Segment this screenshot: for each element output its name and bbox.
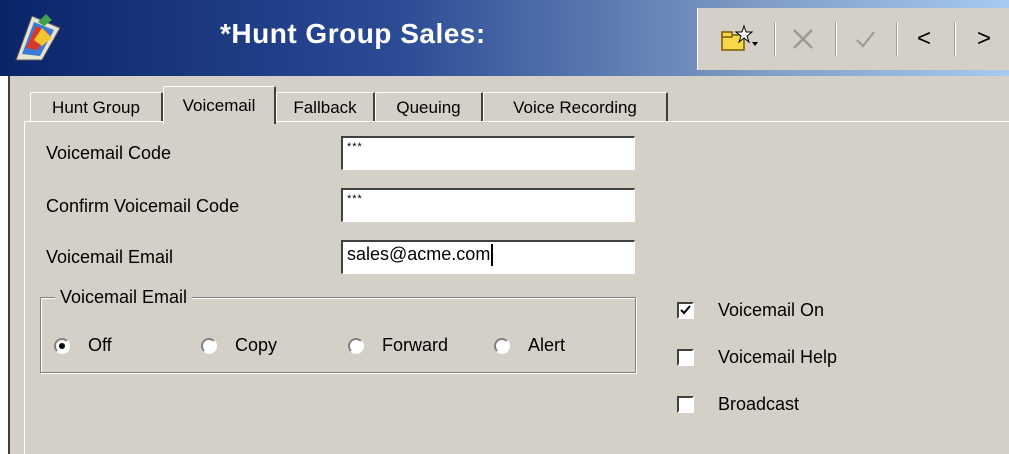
delete-icon (793, 29, 813, 49)
tab-voicemail[interactable]: Voicemail (163, 86, 276, 124)
voicemail-email-value: sales@acme.com (347, 244, 491, 264)
voicemail-help-checkbox[interactable] (677, 349, 694, 366)
radio-label: Alert (528, 335, 566, 355)
window-title: *Hunt Group Sales: (220, 18, 486, 49)
title-bar: *Hunt Group Sales: < > (0, 0, 1009, 76)
checkmark-icon (680, 305, 691, 315)
previous-button[interactable]: < (904, 20, 944, 58)
toolbar-separator (835, 22, 837, 56)
voicemail-on-checkbox[interactable] (677, 302, 694, 319)
radio-button[interactable] (348, 337, 364, 354)
confirm-voicemail-code-field[interactable]: *** (341, 188, 635, 222)
broadcast-checkbox[interactable] (677, 396, 694, 413)
toolbar-separator (774, 22, 776, 56)
ok-button[interactable] (844, 20, 886, 58)
radio-button[interactable] (54, 337, 70, 354)
broadcast-checkbox-row[interactable]: Broadcast (677, 394, 799, 415)
hunt-group-window: *Hunt Group Sales: < > Hunt Group Voicem… (0, 0, 1009, 454)
radio-off[interactable]: Off (54, 335, 112, 356)
voicemail-help-label: Voicemail Help (718, 347, 838, 367)
next-button[interactable]: > (964, 20, 1004, 58)
tab-fallback[interactable]: Fallback (276, 92, 375, 122)
delete-button[interactable] (782, 20, 824, 58)
broadcast-label: Broadcast (718, 394, 800, 414)
radio-label: Copy (235, 335, 278, 355)
voicemail-email-field[interactable]: sales@acme.com (341, 240, 635, 274)
confirm-voicemail-code-label: Confirm Voicemail Code (46, 196, 240, 216)
new-item-icon (721, 24, 758, 51)
voicemail-code-field[interactable]: *** (341, 136, 635, 170)
tab-queuing[interactable]: Queuing (375, 92, 483, 122)
new-item-button[interactable] (714, 20, 766, 58)
window-left-edge (0, 76, 10, 454)
radio-button[interactable] (494, 337, 510, 354)
voicemail-on-label: Voicemail On (718, 300, 825, 320)
tab-hunt-group[interactable]: Hunt Group (30, 92, 163, 122)
voicemail-help-checkbox-row[interactable]: Voicemail Help (677, 347, 837, 368)
voicemail-email-label: Voicemail Email (46, 247, 174, 267)
radio-label: Forward (382, 335, 449, 355)
toolbar: < > (697, 8, 1009, 70)
radio-copy[interactable]: Copy (201, 335, 277, 356)
checkmark-icon (856, 31, 875, 48)
radio-selected-dot (59, 342, 65, 349)
radio-forward[interactable]: Forward (348, 335, 448, 356)
voicemail-on-checkbox-row[interactable]: Voicemail On (677, 300, 824, 321)
toolbar-separator (896, 22, 898, 56)
radio-label: Off (88, 335, 112, 355)
voicemail-email-mode-title: Voicemail Email (55, 287, 193, 308)
tab-voice-recording[interactable]: Voice Recording (483, 92, 668, 122)
text-caret (491, 244, 494, 267)
app-icon (15, 14, 61, 61)
toolbar-separator (954, 22, 956, 56)
radio-button[interactable] (201, 337, 217, 354)
voicemail-code-label: Voicemail Code (46, 143, 172, 163)
radio-alert[interactable]: Alert (494, 335, 565, 356)
